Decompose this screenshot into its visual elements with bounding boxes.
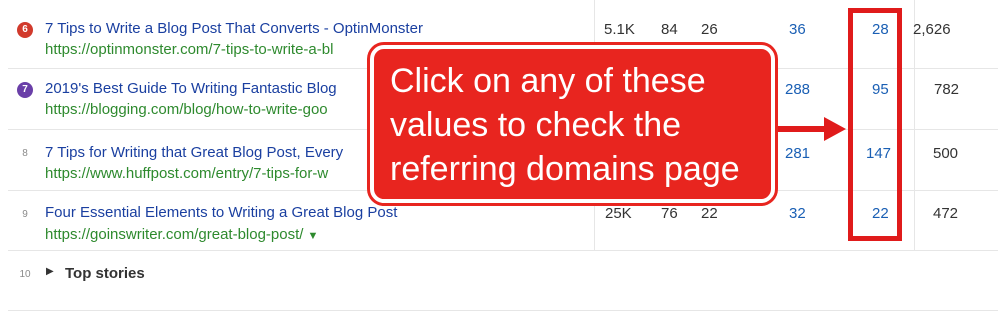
top-stories-row[interactable]: 10 ▶ Top stories [8, 250, 998, 311]
metric-cell: 2,626 [913, 21, 951, 38]
backlinks-link[interactable]: 288 [785, 81, 810, 98]
metric-cell: 26 [701, 21, 718, 38]
result-title-link[interactable]: 7 Tips to Write a Blog Post That Convert… [45, 20, 423, 37]
backlinks-link[interactable]: 281 [785, 145, 810, 162]
rank-number: 10 [19, 269, 31, 280]
result-url[interactable]: https://goinswriter.com/great-blog-post/… [45, 226, 318, 243]
top-stories-label[interactable]: Top stories [65, 265, 145, 282]
rank-number: 9 [22, 209, 28, 220]
result-title-link[interactable]: 2019's Best Guide To Writing Fantastic B… [45, 80, 337, 97]
backlinks-link[interactable]: 32 [789, 205, 806, 222]
metric-cell: 22 [701, 205, 718, 222]
result-url-text[interactable]: https://goinswriter.com/great-blog-post/ [45, 226, 303, 243]
backlinks-link[interactable]: 36 [789, 21, 806, 38]
metric-cell: 76 [661, 205, 678, 222]
annotation-callout: Click on any of these values to check th… [370, 45, 775, 203]
metric-cell: 5.1K [604, 21, 635, 38]
rank-number: 8 [22, 148, 28, 159]
result-title-link[interactable]: 7 Tips for Writing that Great Blog Post,… [45, 144, 343, 161]
result-url[interactable]: https://blogging.com/blog/how-to-write-g… [45, 101, 328, 118]
callout-line: referring domains page [390, 150, 740, 188]
referring-domains-highlight-box [848, 8, 902, 241]
arrow-right-icon [778, 117, 846, 141]
callout-line: Click on any of these [390, 62, 706, 100]
metric-cell: 500 [933, 145, 959, 162]
result-url[interactable]: https://www.huffpost.com/entry/7-tips-fo… [45, 165, 328, 182]
dropdown-caret-icon[interactable]: ▼ [307, 230, 318, 242]
callout-line: values to check the [390, 106, 682, 144]
expand-triangle-icon[interactable]: ▶ [46, 266, 54, 277]
metric-cell: 84 [661, 21, 678, 38]
result-title-link[interactable]: Four Essential Elements to Writing a Gre… [45, 204, 397, 221]
metric-cell: 25K [605, 205, 632, 222]
rank-badge: 7 [17, 82, 33, 98]
metric-cell: 782 [934, 81, 960, 98]
rank-badge: 6 [17, 22, 33, 38]
result-url[interactable]: https://optinmonster.com/7-tips-to-write… [45, 41, 333, 58]
metric-cell: 472 [933, 205, 959, 222]
